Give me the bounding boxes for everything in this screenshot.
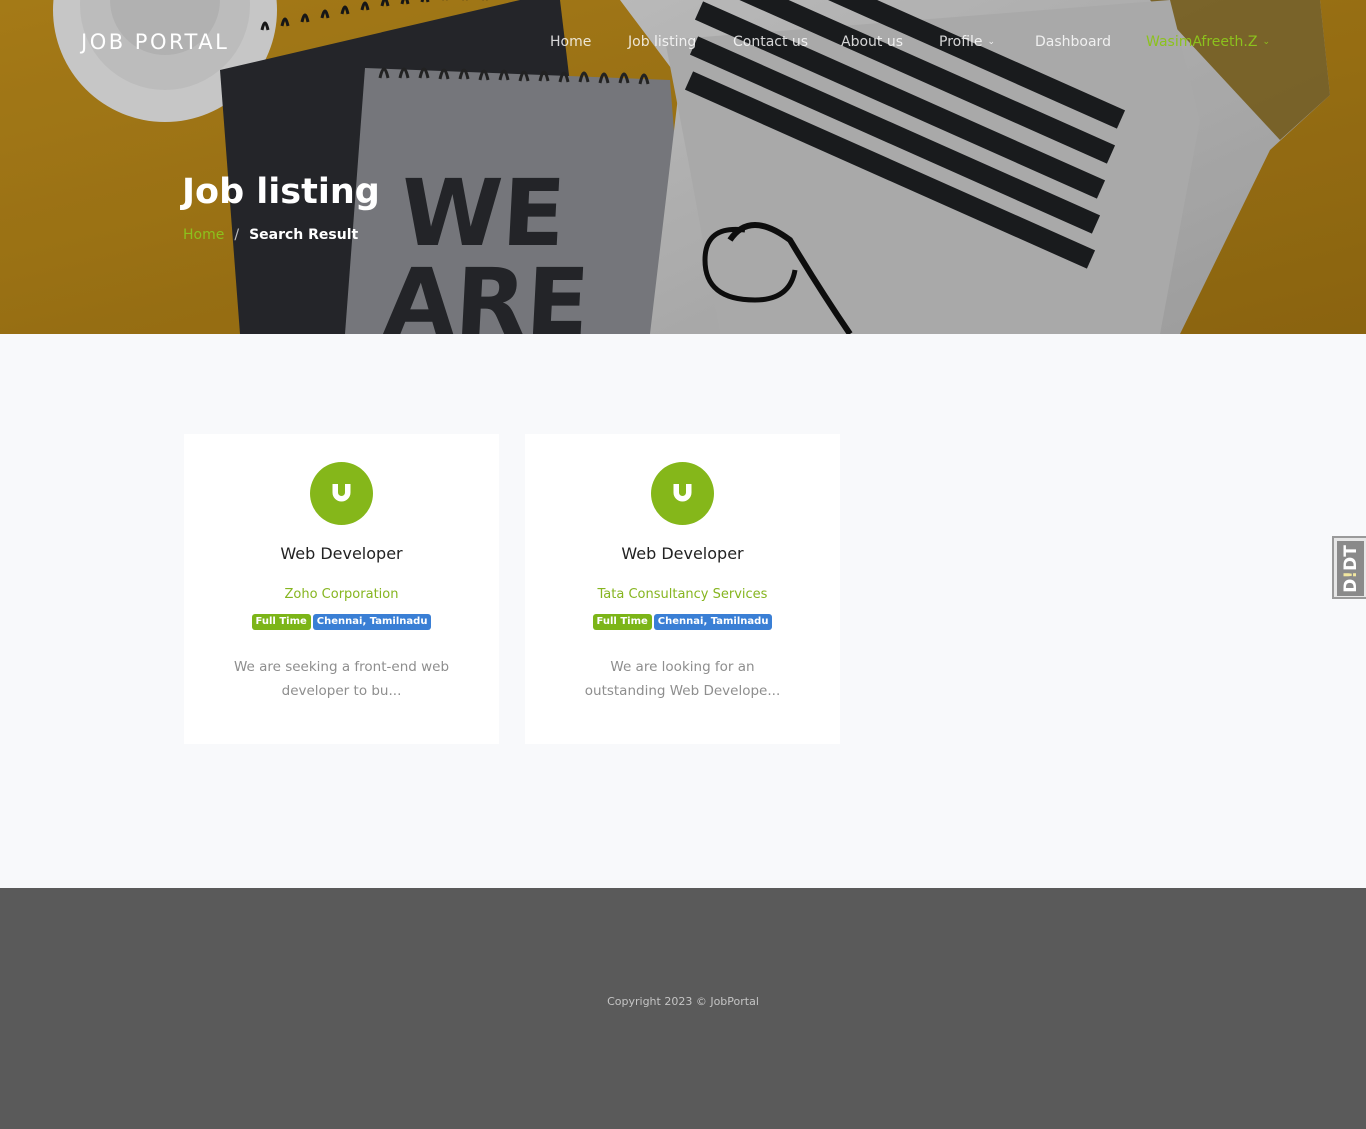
job-card[interactable]: Web Developer Zoho Corporation Full Time… bbox=[184, 434, 499, 744]
chevron-down-icon: ⌄ bbox=[987, 37, 996, 47]
hero-banner: WE ARE JOB PORTAL Home Job listing Conta… bbox=[0, 0, 1366, 334]
job-description: We are seeking a front-end web developer… bbox=[233, 659, 450, 699]
nav-profile-dropdown[interactable]: Profile ⌄ bbox=[939, 34, 995, 50]
nav-profile-label: Profile bbox=[939, 34, 983, 50]
job-card[interactable]: Web Developer Tata Consultancy Services … bbox=[525, 434, 840, 744]
copyright-text: Copyright 2023 © JobPortal bbox=[607, 995, 759, 1008]
job-type-badge: Full Time bbox=[251, 614, 311, 630]
company-name[interactable]: Zoho Corporation bbox=[184, 587, 499, 602]
breadcrumb-home[interactable]: Home bbox=[183, 227, 224, 243]
breadcrumb-separator: / bbox=[234, 227, 240, 243]
company-logo bbox=[650, 462, 714, 525]
nav-home[interactable]: Home bbox=[550, 34, 591, 50]
job-title[interactable]: Web Developer bbox=[525, 544, 840, 563]
nav-dashboard[interactable]: Dashboard bbox=[1035, 34, 1111, 50]
breadcrumb-current: Search Result bbox=[249, 227, 359, 243]
nav-contact-us[interactable]: Contact us bbox=[733, 34, 808, 50]
breadcrumb: Home / Search Result bbox=[183, 227, 358, 243]
side-tab-mark: ! bbox=[1340, 570, 1361, 579]
location-badge: Chennai, Tamilnadu bbox=[653, 614, 773, 630]
page-title: Job listing bbox=[182, 172, 380, 212]
company-name[interactable]: Tata Consultancy Services bbox=[525, 587, 840, 602]
company-logo bbox=[309, 462, 373, 525]
u-magnet-icon bbox=[673, 484, 691, 502]
side-tab-suffix: DT bbox=[1340, 544, 1361, 571]
nav-about-us[interactable]: About us bbox=[841, 34, 903, 50]
user-name: WasimAfreeth.Z bbox=[1146, 34, 1258, 50]
u-magnet-icon bbox=[332, 484, 350, 502]
side-tab-prefix: D bbox=[1340, 578, 1361, 593]
job-badges: Full Time Chennai, Tamilnadu bbox=[525, 614, 840, 630]
job-badges: Full Time Chennai, Tamilnadu bbox=[184, 614, 499, 630]
side-tab-label: D!DT bbox=[1341, 545, 1361, 593]
footer: Copyright 2023 © JobPortal bbox=[0, 888, 1366, 1129]
side-extension-tab[interactable]: D!DT bbox=[1332, 536, 1366, 599]
side-tab-panel: D!DT bbox=[1337, 541, 1364, 596]
job-title[interactable]: Web Developer bbox=[184, 544, 499, 563]
job-description: We are looking for an outstanding Web De… bbox=[584, 659, 781, 699]
nav-job-listing[interactable]: Job listing bbox=[628, 34, 696, 50]
location-badge: Chennai, Tamilnadu bbox=[312, 614, 432, 630]
nav-user-dropdown[interactable]: WasimAfreeth.Z ⌄ bbox=[1146, 34, 1270, 50]
brand-logo[interactable]: JOB PORTAL bbox=[81, 30, 229, 54]
chevron-down-icon: ⌄ bbox=[1262, 37, 1270, 47]
job-type-badge: Full Time bbox=[592, 614, 652, 630]
